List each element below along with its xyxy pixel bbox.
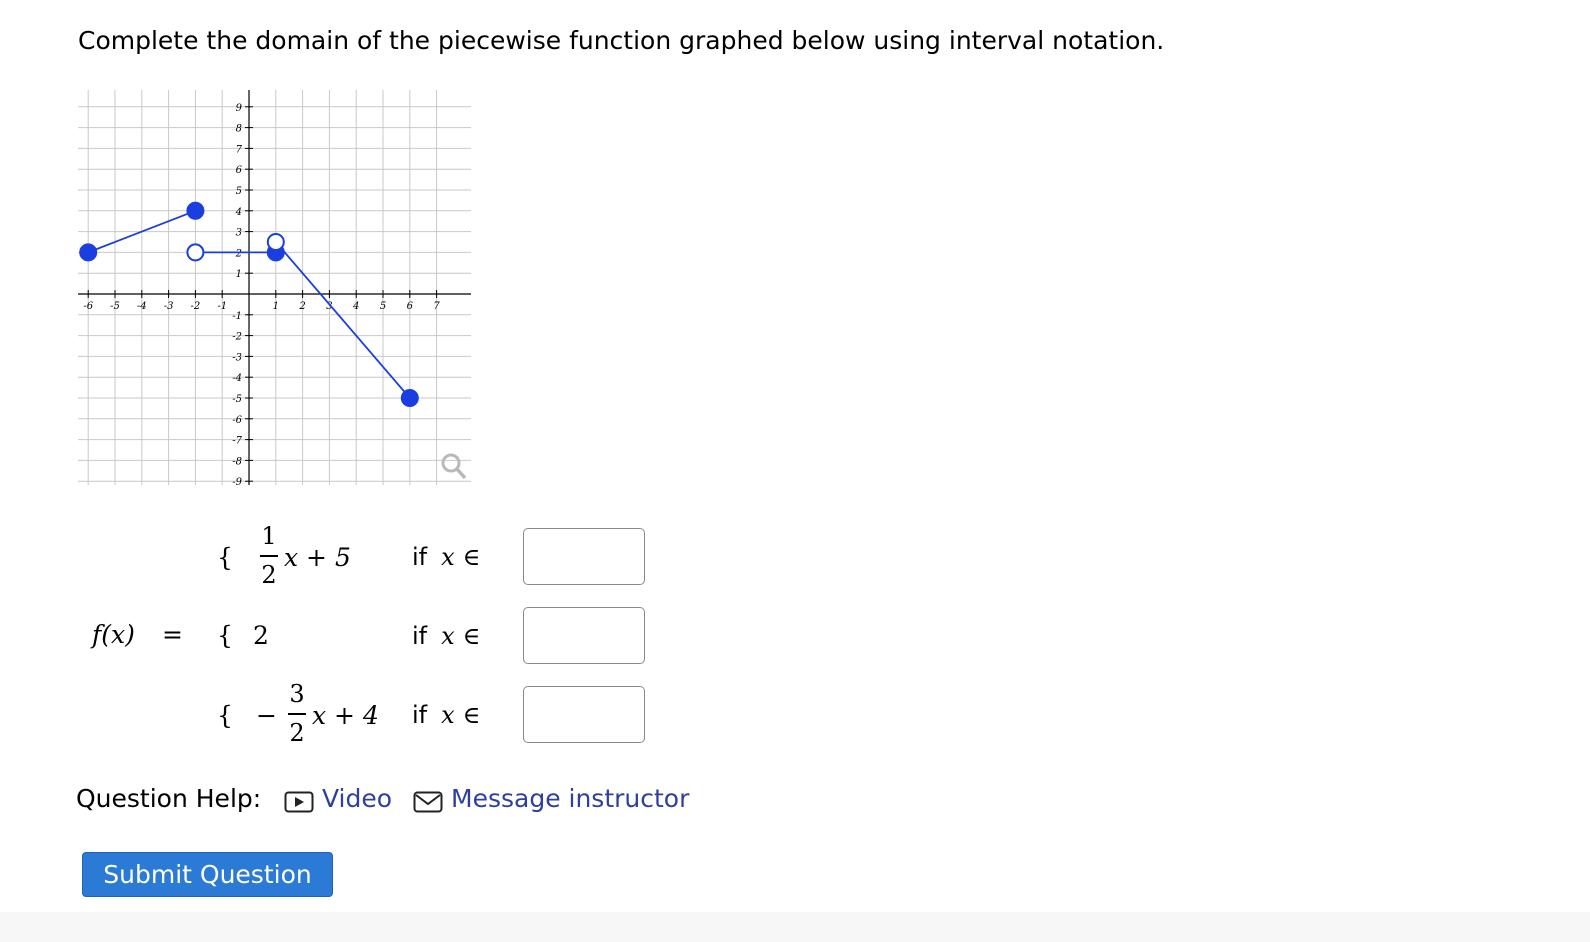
equals-sign: = bbox=[162, 620, 183, 649]
submit-question-button[interactable]: Submit Question bbox=[82, 852, 333, 897]
magnifier-icon[interactable] bbox=[441, 453, 467, 480]
y-tick-label: -3 bbox=[232, 352, 242, 363]
open-point bbox=[186, 243, 205, 262]
function-name: f(x) bbox=[92, 620, 135, 649]
fraction-bar bbox=[260, 555, 278, 557]
y-tick-label: -2 bbox=[232, 332, 242, 343]
bottom-strip bbox=[0, 912, 1590, 942]
x-tick-label: 1 bbox=[273, 301, 279, 312]
closed-point bbox=[186, 201, 205, 220]
grid-lines bbox=[78, 90, 471, 485]
y-tick-label: 8 bbox=[236, 124, 242, 135]
play-icon[interactable] bbox=[284, 791, 314, 813]
piece-3-domain-input[interactable] bbox=[523, 686, 645, 743]
piece-3-condition: if x ∈ bbox=[412, 701, 481, 729]
x-tick-label: 5 bbox=[380, 301, 386, 312]
x-tick-label: -5 bbox=[110, 301, 120, 312]
video-link[interactable]: Video bbox=[322, 784, 392, 813]
piece-3-numerator: 3 bbox=[289, 680, 305, 708]
y-tick-label: -7 bbox=[232, 436, 242, 447]
graph-segment bbox=[275, 241, 411, 399]
piece-2-brace: { bbox=[217, 621, 233, 650]
piece-2-domain-input[interactable] bbox=[523, 607, 645, 664]
y-tick-label: 5 bbox=[236, 186, 242, 197]
y-tick-label: 1 bbox=[236, 269, 242, 280]
message-instructor-link[interactable]: Message instructor bbox=[451, 784, 689, 813]
y-tick-label: 3 bbox=[236, 228, 242, 239]
x-tick-label: 6 bbox=[407, 301, 414, 312]
y-tick-label: 2 bbox=[235, 248, 242, 259]
y-tick-label: -9 bbox=[232, 477, 242, 485]
x-tick-label: -1 bbox=[217, 301, 227, 312]
piece-1-condition: if x ∈ bbox=[412, 543, 481, 571]
y-tick-label: 4 bbox=[235, 207, 242, 218]
piece-1-numerator: 1 bbox=[261, 522, 277, 550]
x-tick-label: -4 bbox=[137, 301, 147, 312]
y-tick-label: -1 bbox=[232, 311, 242, 322]
fraction-bar bbox=[288, 713, 306, 715]
x-tick-label: -3 bbox=[164, 301, 174, 312]
y-tick-label: 9 bbox=[236, 103, 243, 114]
piece-1-domain-input[interactable] bbox=[523, 528, 645, 585]
piece-3-denominator: 2 bbox=[289, 719, 305, 747]
piecewise-graph: -7-6-5-4-3-2-11234567987654321-1-2-3-4-5… bbox=[78, 90, 471, 485]
question-help-label: Question Help: bbox=[76, 784, 262, 813]
closed-point bbox=[79, 243, 98, 262]
x-tick-label: -2 bbox=[191, 301, 201, 312]
piece-1-expression: x + 5 bbox=[284, 543, 351, 572]
x-tick-label: 2 bbox=[298, 301, 305, 312]
y-tick-label: -8 bbox=[232, 456, 242, 467]
x-tick-label: 4 bbox=[352, 301, 359, 312]
y-tick-label: 6 bbox=[236, 165, 243, 176]
piece-1-brace: { bbox=[217, 543, 233, 572]
y-tick-label: -4 bbox=[232, 373, 242, 384]
x-tick-label: -6 bbox=[83, 301, 93, 312]
x-tick-label: 7 bbox=[433, 301, 440, 312]
y-tick-label: 7 bbox=[236, 144, 243, 155]
y-tick-label: -5 bbox=[232, 394, 242, 405]
question-text: Complete the domain of the piecewise fun… bbox=[78, 26, 1165, 55]
axes bbox=[78, 90, 471, 485]
piece-2-expression: 2 bbox=[253, 621, 269, 650]
y-tick-label: -6 bbox=[232, 415, 242, 426]
piece-3-expression: x + 4 bbox=[312, 701, 379, 730]
closed-point bbox=[400, 389, 419, 407]
envelope-icon[interactable] bbox=[413, 791, 443, 813]
piece-1-denominator: 2 bbox=[261, 561, 277, 589]
piece-2-condition: if x ∈ bbox=[412, 622, 481, 650]
piece-3-sign: − bbox=[256, 701, 277, 730]
piece-3-brace: { bbox=[217, 701, 233, 730]
open-point bbox=[266, 233, 285, 251]
